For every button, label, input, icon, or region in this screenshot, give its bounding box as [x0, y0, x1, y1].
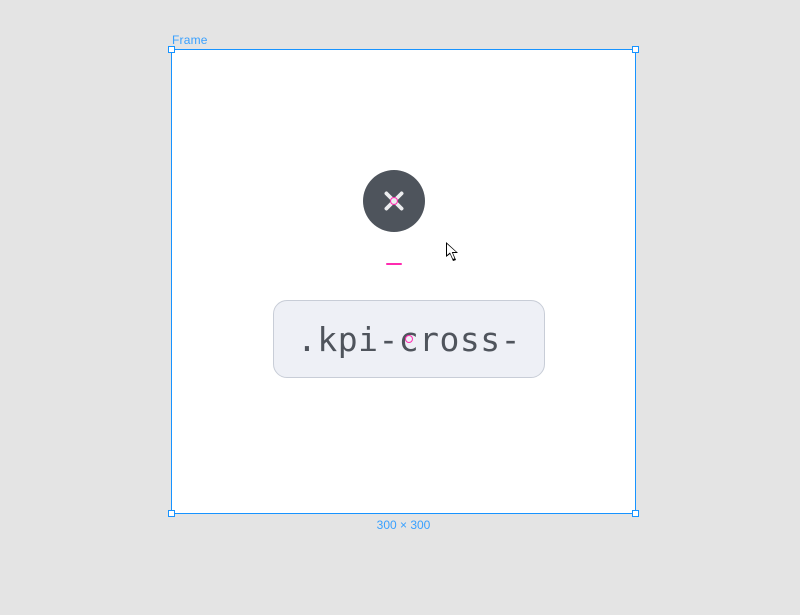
- design-canvas[interactable]: Frame 300 × 300 .kpi-cross-: [0, 0, 800, 615]
- selection-dimensions: 300 × 300: [172, 518, 635, 532]
- origin-marker-icon: [405, 335, 413, 343]
- selection-handle-top-right[interactable]: [632, 46, 639, 53]
- selected-frame[interactable]: [172, 50, 635, 513]
- origin-marker-icon: [386, 263, 402, 265]
- selection-handle-bottom-left[interactable]: [168, 510, 175, 517]
- origin-marker-icon: [390, 197, 398, 205]
- selection-handle-bottom-right[interactable]: [632, 510, 639, 517]
- cursor-icon: [446, 242, 460, 262]
- frame-name-label[interactable]: Frame: [172, 33, 208, 47]
- selection-handle-top-left[interactable]: [168, 46, 175, 53]
